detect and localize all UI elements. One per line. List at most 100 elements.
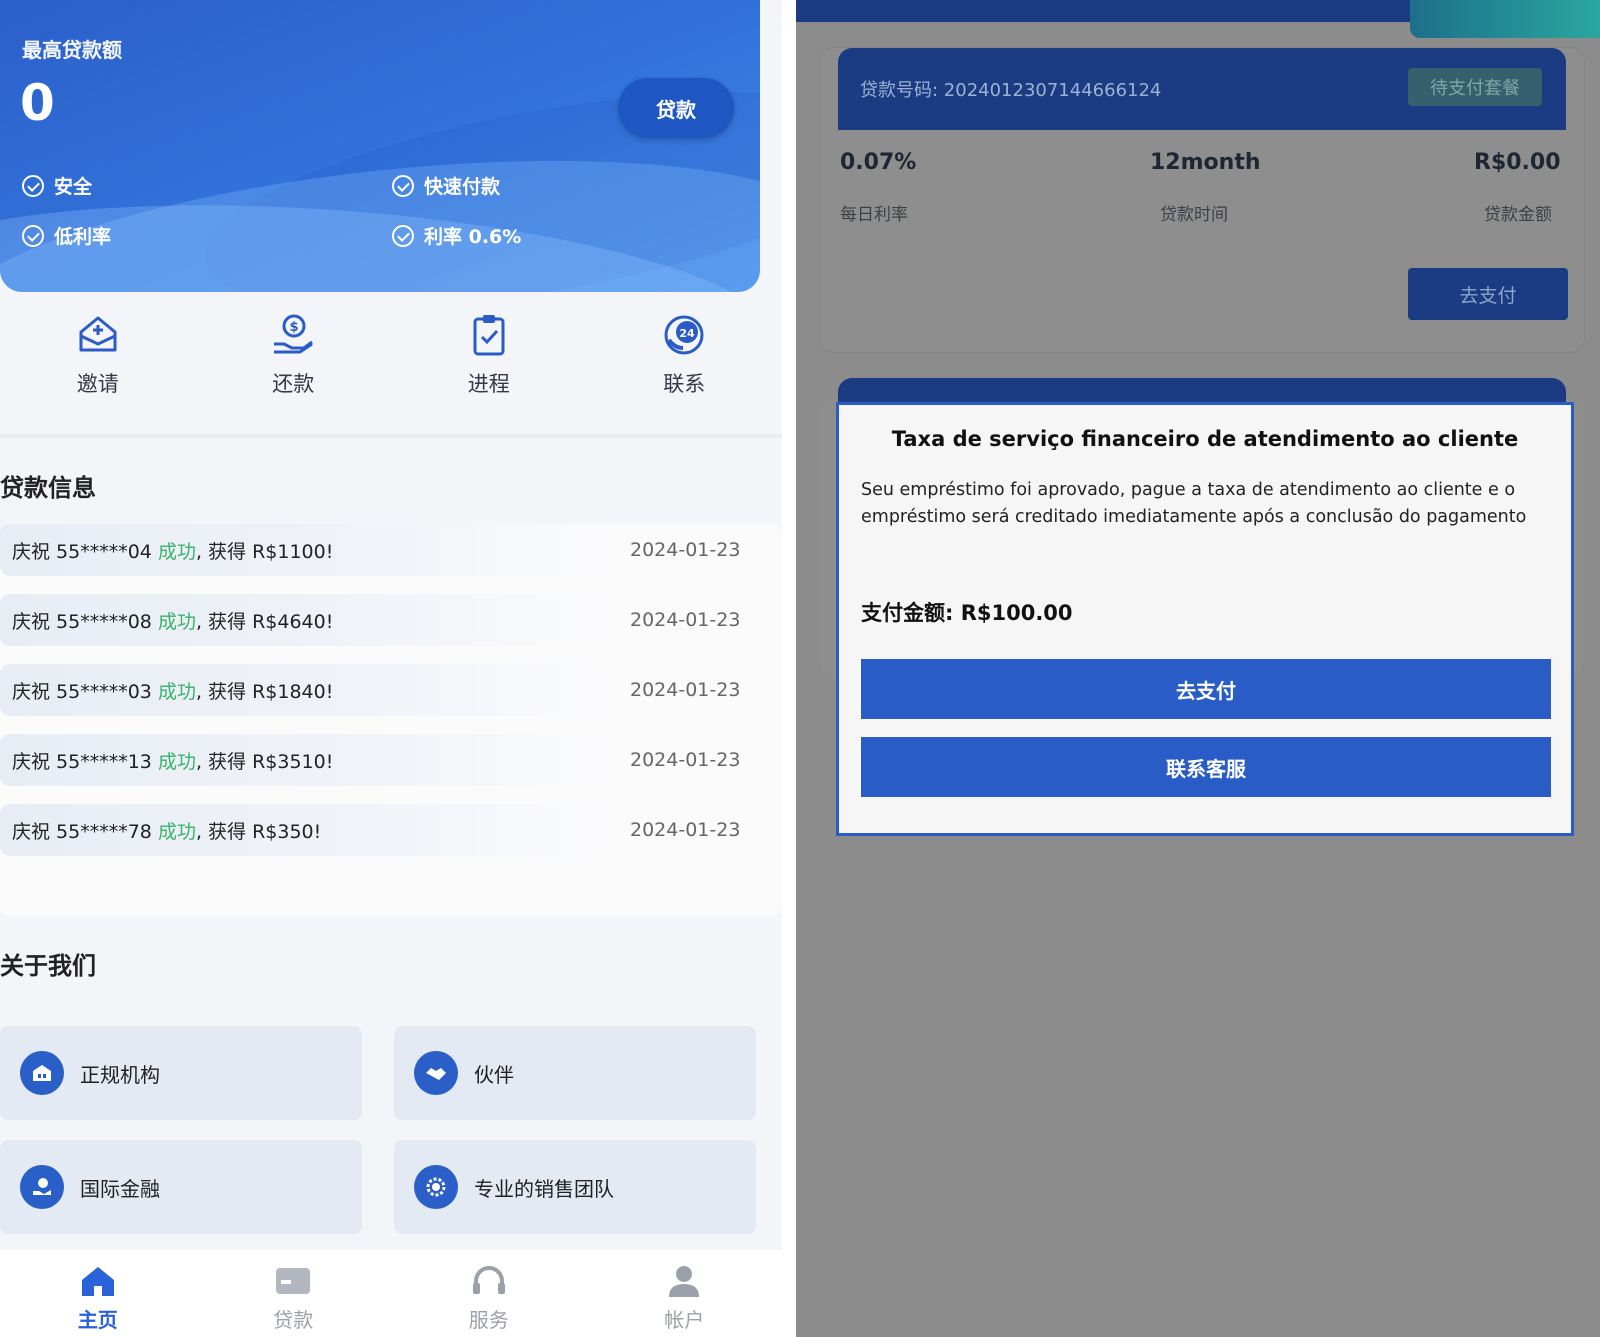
about-item-sales-team[interactable]: 专业的销售团队 bbox=[394, 1140, 756, 1234]
bottom-tab-bar: 主页 贷款 服务 帐户 bbox=[0, 1250, 782, 1337]
institution-icon bbox=[20, 1051, 64, 1095]
svg-text:$: $ bbox=[290, 320, 299, 335]
list-item: 庆祝 55*****08 成功, 获得 R$4640! 2024-01-23 bbox=[0, 594, 782, 646]
loan-order-card: 贷款号码: 2024012307144666124 待支付套餐 0.07% 12… bbox=[820, 48, 1584, 352]
list-item: 庆祝 55*****04 成功, 获得 R$1100! 2024-01-23 bbox=[0, 524, 782, 576]
feature-fast-payment: 快速付款 bbox=[392, 172, 500, 199]
record-prefix: 庆祝 55*****03 bbox=[12, 680, 158, 703]
loan-number: 贷款号码: 2024012307144666124 bbox=[860, 80, 1162, 101]
card-icon bbox=[276, 1268, 311, 1294]
about-item-label: 正规机构 bbox=[80, 1062, 160, 1087]
quick-actions: 邀请 $ 还款 进程 24 联系 bbox=[0, 312, 782, 408]
about-item-international-finance[interactable]: 国际金融 bbox=[0, 1140, 362, 1234]
feature-label: 低利率 bbox=[54, 226, 112, 248]
team-gear-icon bbox=[414, 1165, 458, 1209]
quick-action-label: 联系 bbox=[663, 372, 706, 396]
header-accent bbox=[1410, 0, 1600, 38]
home-screen: 最高贷款额 0 贷款 安全 快速付款 低利率 利率 0.6% 邀请 $ 还款 进… bbox=[0, 0, 782, 1337]
record-prefix: 庆祝 55*****08 bbox=[12, 610, 158, 633]
loan-info-title: 贷款信息 bbox=[0, 474, 96, 502]
list-item: 庆祝 55*****03 成功, 获得 R$1840! 2024-01-23 bbox=[0, 664, 782, 716]
service-fee-modal: Taxa de serviço financeiro de atendiment… bbox=[836, 402, 1574, 836]
about-item-label: 专业的销售团队 bbox=[474, 1176, 614, 1201]
quick-action-contact[interactable]: 24 联系 bbox=[587, 312, 783, 408]
tab-label: 主页 bbox=[77, 1308, 118, 1332]
payment-amount: 支付金额: R$100.00 bbox=[861, 601, 1073, 625]
24h-service-icon: 24 bbox=[661, 312, 707, 358]
record-status: 成功 bbox=[157, 540, 196, 563]
loan-amount-value: R$0.00 bbox=[1474, 150, 1561, 175]
about-item-label: 伙伴 bbox=[474, 1062, 514, 1087]
divider bbox=[0, 434, 782, 438]
max-loan-amount: 0 bbox=[20, 74, 55, 132]
record-prefix: 庆祝 55*****04 bbox=[12, 540, 158, 563]
loan-record-text: 庆祝 55*****13 成功, 获得 R$3510! bbox=[12, 747, 333, 774]
user-icon bbox=[669, 1266, 700, 1297]
headset-icon bbox=[472, 1266, 505, 1294]
feature-label: 快速付款 bbox=[424, 176, 501, 198]
check-circle-icon bbox=[22, 224, 44, 247]
daily-rate-value: 0.07% bbox=[840, 150, 917, 175]
about-item-institution[interactable]: 正规机构 bbox=[0, 1026, 362, 1120]
loan-limit-banner: 最高贷款额 0 贷款 安全 快速付款 低利率 利率 0.6% bbox=[0, 0, 760, 292]
record-prefix: 庆祝 55*****13 bbox=[12, 750, 158, 773]
quick-action-label: 邀请 bbox=[76, 372, 119, 396]
loan-term-label: 贷款时间 bbox=[1160, 205, 1228, 225]
tab-label: 服务 bbox=[468, 1308, 509, 1332]
tab-service[interactable]: 服务 bbox=[391, 1250, 587, 1337]
loan-record-text: 庆祝 55*****08 成功, 获得 R$4640! bbox=[12, 607, 333, 634]
loan-record-text: 庆祝 55*****04 成功, 获得 R$1100! bbox=[12, 537, 333, 564]
record-suffix: , 获得 R$350! bbox=[195, 820, 322, 843]
about-item-partner[interactable]: 伙伴 bbox=[394, 1026, 756, 1120]
record-suffix: , 获得 R$1840! bbox=[195, 680, 334, 703]
tab-label: 帐户 bbox=[664, 1308, 705, 1332]
finance-icon bbox=[20, 1165, 64, 1209]
quick-action-repay[interactable]: $ 还款 bbox=[196, 312, 392, 408]
quick-action-label: 还款 bbox=[272, 372, 315, 396]
quick-action-label: 进程 bbox=[467, 372, 510, 396]
feature-label: 利率 0.6% bbox=[424, 226, 522, 248]
check-circle-icon bbox=[392, 174, 414, 197]
record-suffix: , 获得 R$3510! bbox=[195, 750, 334, 773]
tab-account[interactable]: 帐户 bbox=[587, 1250, 783, 1337]
feature-rate: 利率 0.6% bbox=[392, 222, 521, 249]
contact-support-button[interactable]: 联系客服 bbox=[861, 737, 1551, 797]
loan-button[interactable]: 贷款 bbox=[618, 78, 734, 138]
modal-pay-button[interactable]: 去支付 bbox=[861, 659, 1551, 719]
record-suffix: , 获得 R$4640! bbox=[195, 610, 334, 633]
tab-home[interactable]: 主页 bbox=[0, 1250, 196, 1337]
tab-loan[interactable]: 贷款 bbox=[196, 1250, 392, 1337]
loan-amount-label: 贷款金额 bbox=[1484, 205, 1552, 225]
go-pay-button[interactable]: 去支付 bbox=[1408, 268, 1568, 320]
quick-action-invite[interactable]: 邀请 bbox=[0, 312, 196, 408]
about-us-title: 关于我们 bbox=[0, 952, 96, 980]
record-date: 2024-01-23 bbox=[630, 819, 741, 841]
daily-rate-label: 每日利率 bbox=[840, 205, 908, 225]
loan-record-text: 庆祝 55*****03 成功, 获得 R$1840! bbox=[12, 677, 333, 704]
repay-hand-coin-icon: $ bbox=[270, 312, 316, 358]
modal-title: Taxa de serviço financeiro de atendiment… bbox=[891, 427, 1519, 451]
tab-label: 贷款 bbox=[273, 1308, 314, 1332]
record-date: 2024-01-23 bbox=[630, 539, 741, 561]
record-prefix: 庆祝 55*****78 bbox=[12, 820, 158, 843]
record-status: 成功 bbox=[157, 610, 196, 633]
record-date: 2024-01-23 bbox=[630, 679, 741, 701]
record-date: 2024-01-23 bbox=[630, 749, 741, 771]
invite-box-icon bbox=[75, 312, 121, 358]
about-item-label: 国际金融 bbox=[80, 1176, 160, 1201]
quick-action-progress[interactable]: 进程 bbox=[391, 312, 587, 408]
feature-safe: 安全 bbox=[22, 172, 92, 199]
record-date: 2024-01-23 bbox=[630, 609, 741, 631]
loan-term-value: 12month bbox=[1150, 150, 1261, 175]
home-icon bbox=[81, 1267, 114, 1296]
loan-order-header: 贷款号码: 2024012307144666124 待支付套餐 bbox=[838, 48, 1566, 130]
loan-record-text: 庆祝 55*****78 成功, 获得 R$350! bbox=[12, 817, 321, 844]
feature-label: 安全 bbox=[54, 176, 93, 198]
record-suffix: , 获得 R$1100! bbox=[195, 540, 334, 563]
check-circle-icon bbox=[392, 224, 414, 247]
order-screen: 贷款号码: 2024012307144666124 待支付套餐 0.07% 12… bbox=[796, 0, 1600, 1337]
handshake-icon bbox=[414, 1051, 458, 1095]
modal-message: Seu empréstimo foi aprovado, pague a tax… bbox=[861, 480, 1527, 527]
feature-low-rate: 低利率 bbox=[22, 222, 111, 249]
clipboard-check-icon bbox=[466, 312, 512, 358]
